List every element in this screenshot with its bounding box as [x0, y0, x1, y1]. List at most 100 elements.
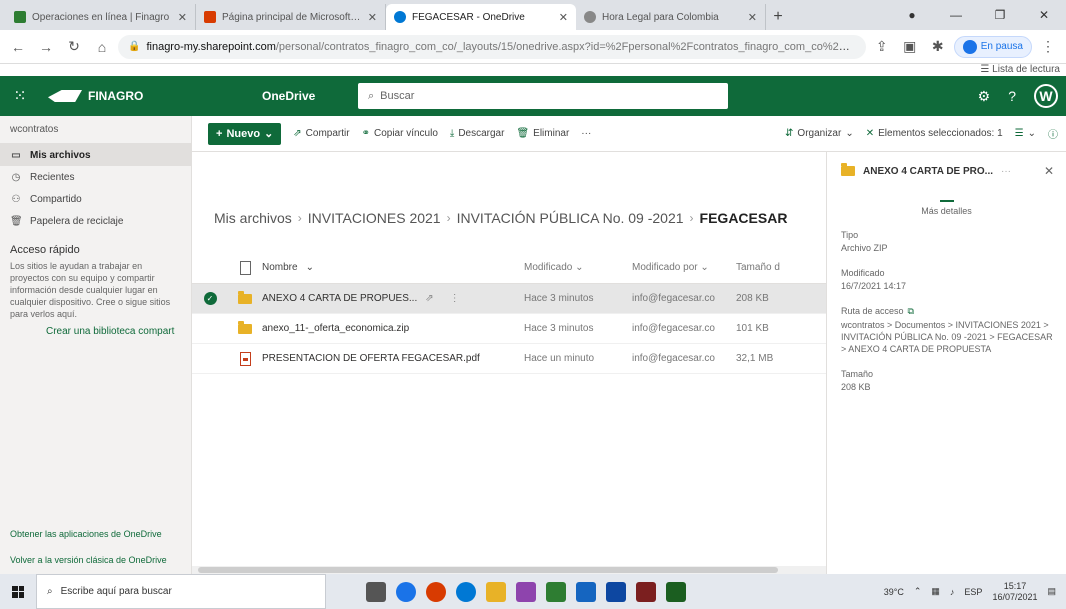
- clock[interactable]: 15:17 16/07/2021: [992, 581, 1037, 603]
- new-tab-button[interactable]: +: [766, 4, 790, 30]
- close-icon[interactable]: ✕: [178, 11, 187, 24]
- app-icon[interactable]: [636, 581, 656, 602]
- url-input[interactable]: 🔒 finagro-my.sharepoint.com/personal/con…: [118, 34, 866, 59]
- zip-folder-icon: [841, 163, 855, 176]
- scrollbar-thumb[interactable]: [198, 567, 778, 573]
- nav-item-shared[interactable]: ⚇ Compartido: [0, 188, 191, 210]
- more-actions-icon[interactable]: ⋮: [450, 293, 460, 304]
- table-row[interactable]: anexo_11-_oferta_economica.zip Hace 3 mi…: [192, 314, 826, 344]
- outlook-icon[interactable]: [606, 581, 626, 602]
- settings-gear-icon[interactable]: ⚙: [978, 88, 991, 105]
- help-icon[interactable]: ?: [1008, 88, 1016, 104]
- column-modified[interactable]: Modificado ⌄: [524, 262, 632, 273]
- nav-item-my-files[interactable]: ▭ Mis archivos: [0, 144, 191, 166]
- selected-items-button[interactable]: ✕ Elementos seleccionados: 1: [866, 128, 1003, 139]
- finagro-logo[interactable]: FINAGRO: [40, 89, 210, 103]
- view-options-button[interactable]: ☰ ⌄: [1015, 128, 1036, 139]
- share-button[interactable]: ⇗ Compartir: [293, 128, 349, 139]
- user-avatar[interactable]: W: [1034, 84, 1058, 108]
- extensions-icon[interactable]: ▣: [898, 35, 922, 59]
- nav-item-recent[interactable]: ◷ Recientes: [0, 166, 191, 188]
- close-window-button[interactable]: ✕: [1022, 0, 1066, 30]
- search-input[interactable]: Buscar: [380, 90, 414, 102]
- command-bar: + Nuevo ⌄ ⇗ Compartir ⚭ Copiar vínculo ⤓ De…: [192, 116, 1066, 152]
- close-icon[interactable]: ✕: [559, 11, 568, 24]
- horizontal-scrollbar[interactable]: [192, 566, 826, 574]
- puzzle-icon[interactable]: ✱: [926, 35, 950, 59]
- breadcrumb-invitacion-publica[interactable]: INVITACIÓN PÚBLICA No. 09 -2021: [457, 210, 684, 226]
- folder-icon: ▭: [11, 149, 21, 161]
- home-button[interactable]: ⌂: [90, 35, 114, 59]
- close-details-icon[interactable]: ✕: [1044, 164, 1054, 178]
- info-button[interactable]: ⓘ: [1048, 126, 1058, 141]
- delete-button[interactable]: 🗑 Eliminar: [516, 128, 569, 139]
- network-icon[interactable]: ▦: [931, 586, 940, 597]
- opera-icon[interactable]: [426, 581, 446, 602]
- share-icon[interactable]: ⇗: [425, 293, 433, 304]
- file-name[interactable]: anexo_11-_oferta_economica.zip: [262, 323, 409, 334]
- breadcrumb-my-files[interactable]: Mis archivos: [214, 210, 292, 226]
- breadcrumb-invitaciones[interactable]: INVITACIONES 2021: [308, 210, 441, 226]
- taskbar-search-input[interactable]: Escribe aquí para buscar: [61, 586, 172, 597]
- chrome-icon[interactable]: [396, 581, 416, 602]
- reading-list-button[interactable]: ☰ Lista de lectura: [980, 64, 1060, 75]
- app-launcher-icon[interactable]: ⁙: [0, 76, 40, 116]
- app-icon[interactable]: [576, 581, 596, 602]
- menu-icon[interactable]: ⋮: [1036, 35, 1060, 59]
- file-type-header-icon[interactable]: [239, 260, 251, 275]
- volume-icon[interactable]: ♪: [950, 587, 955, 597]
- language-indicator[interactable]: ESP: [964, 587, 982, 597]
- app-name[interactable]: OneDrive: [210, 89, 358, 103]
- chevron-up-icon[interactable]: ⌃: [914, 586, 922, 597]
- selected-check-icon[interactable]: ✓: [203, 292, 217, 305]
- browser-tab-office[interactable]: Página principal de Microsoft Of ✕: [196, 4, 386, 30]
- table-row[interactable]: PRESENTACION DE OFERTA FEGACESAR.pdf Hac…: [192, 344, 826, 374]
- column-size[interactable]: Tamaño d: [736, 262, 826, 273]
- close-icon[interactable]: ✕: [368, 11, 377, 24]
- copy-icon[interactable]: ⧉: [908, 306, 914, 316]
- taskbar-search[interactable]: ⌕ Escribe aquí para buscar: [36, 574, 326, 609]
- file-name[interactable]: PRESENTACION DE OFERTA FEGACESAR.pdf: [262, 353, 480, 364]
- share-page-icon[interactable]: ⇪: [870, 35, 894, 59]
- get-apps-link[interactable]: Obtener las aplicaciones de OneDrive: [10, 528, 182, 540]
- more-options-icon[interactable]: ···: [1001, 166, 1011, 177]
- column-modified-by[interactable]: Modificado por ⌄: [632, 262, 736, 273]
- column-name[interactable]: Nombre ⌄: [262, 262, 524, 273]
- profile-button[interactable]: En pausa: [953, 35, 1032, 58]
- organize-button[interactable]: ⇵ Organizar ⌄: [785, 128, 854, 139]
- browser-tab-onedrive[interactable]: FEGACESAR - OneDrive ✕: [386, 4, 576, 30]
- address-bar-row: ← → ↻ ⌂ 🔒 finagro-my.sharepoint.com/pers…: [0, 30, 1066, 64]
- edge-icon[interactable]: [456, 581, 476, 602]
- file-modified: Hace 3 minutos: [524, 323, 594, 334]
- copy-link-button[interactable]: ⚭ Copiar vínculo: [362, 128, 438, 139]
- maximize-button[interactable]: ❐: [978, 0, 1022, 30]
- create-library-link[interactable]: Crear una biblioteca compart: [0, 324, 191, 337]
- store-icon[interactable]: [546, 581, 566, 602]
- classic-view-link[interactable]: Volver a la versión clásica de OneDrive: [10, 554, 182, 566]
- browser-tab-hora-legal[interactable]: Hora Legal para Colombia ✕: [576, 4, 766, 30]
- teams-icon[interactable]: [516, 581, 536, 602]
- nav-item-recycle-bin[interactable]: 🗑 Papelera de reciclaje: [0, 210, 191, 232]
- search-box[interactable]: ⌕ Buscar: [358, 83, 728, 109]
- download-button[interactable]: ⤓ Descargar: [450, 128, 505, 139]
- file-explorer-icon[interactable]: [486, 581, 506, 602]
- minimize-button[interactable]: —: [934, 0, 978, 30]
- reload-button[interactable]: ↻: [62, 35, 86, 59]
- temperature[interactable]: 39°C: [884, 587, 904, 597]
- file-modified-by: info@fegacesar.co: [632, 293, 715, 304]
- table-row[interactable]: ✓ ANEXO 4 CARTA DE PROPUES... ⇗ ⋮ Hace 3…: [192, 284, 826, 314]
- more-commands-button[interactable]: ···: [581, 128, 591, 139]
- browser-tab-finagro[interactable]: Operaciones en línea | Finagro ✕: [6, 4, 196, 30]
- task-view-icon[interactable]: [366, 581, 386, 602]
- close-icon[interactable]: ✕: [748, 11, 757, 24]
- file-list-header: Nombre ⌄ Modificado ⌄ Modificado por ⌄ Ta…: [192, 252, 826, 284]
- file-name[interactable]: ANEXO 4 CARTA DE PROPUES...: [262, 293, 417, 304]
- forward-button[interactable]: →: [34, 35, 58, 59]
- new-button[interactable]: + Nuevo ⌄: [208, 122, 282, 145]
- excel-icon[interactable]: [666, 581, 686, 602]
- more-details-link[interactable]: Más detalles: [841, 200, 1066, 216]
- tab-search-icon[interactable]: ●: [890, 0, 934, 30]
- start-button[interactable]: [0, 574, 36, 609]
- back-button[interactable]: ←: [6, 35, 30, 59]
- notifications-icon[interactable]: ▤: [1047, 586, 1056, 597]
